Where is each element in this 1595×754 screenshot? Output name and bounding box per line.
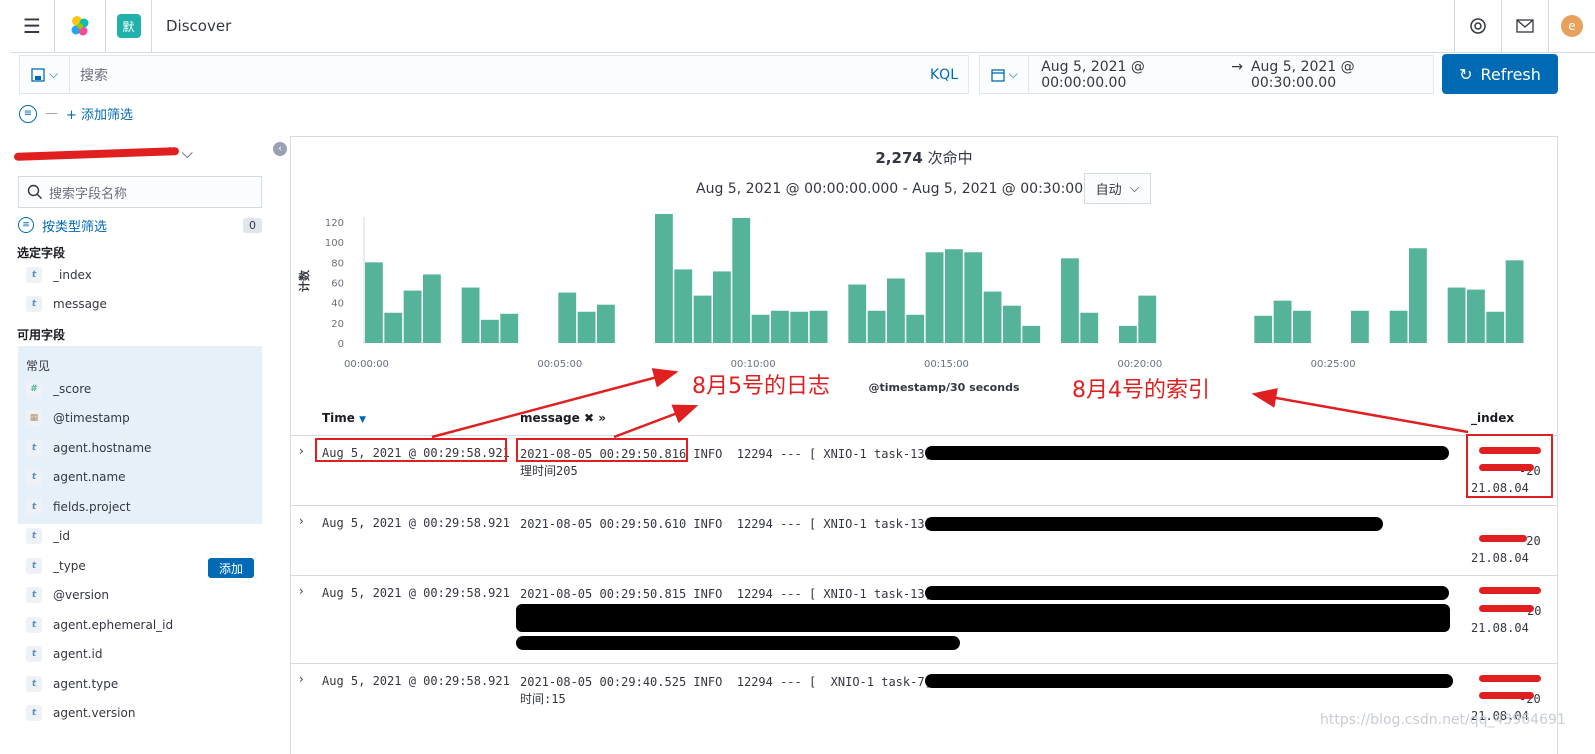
watermark-text: https://blog.csdn.net/qq_43964691 — [1320, 712, 1566, 728]
arrow-to-log-label-from-message — [613, 404, 699, 439]
annotation-arrows — [431, 368, 1469, 439]
arrow-to-index-label — [1251, 388, 1469, 434]
